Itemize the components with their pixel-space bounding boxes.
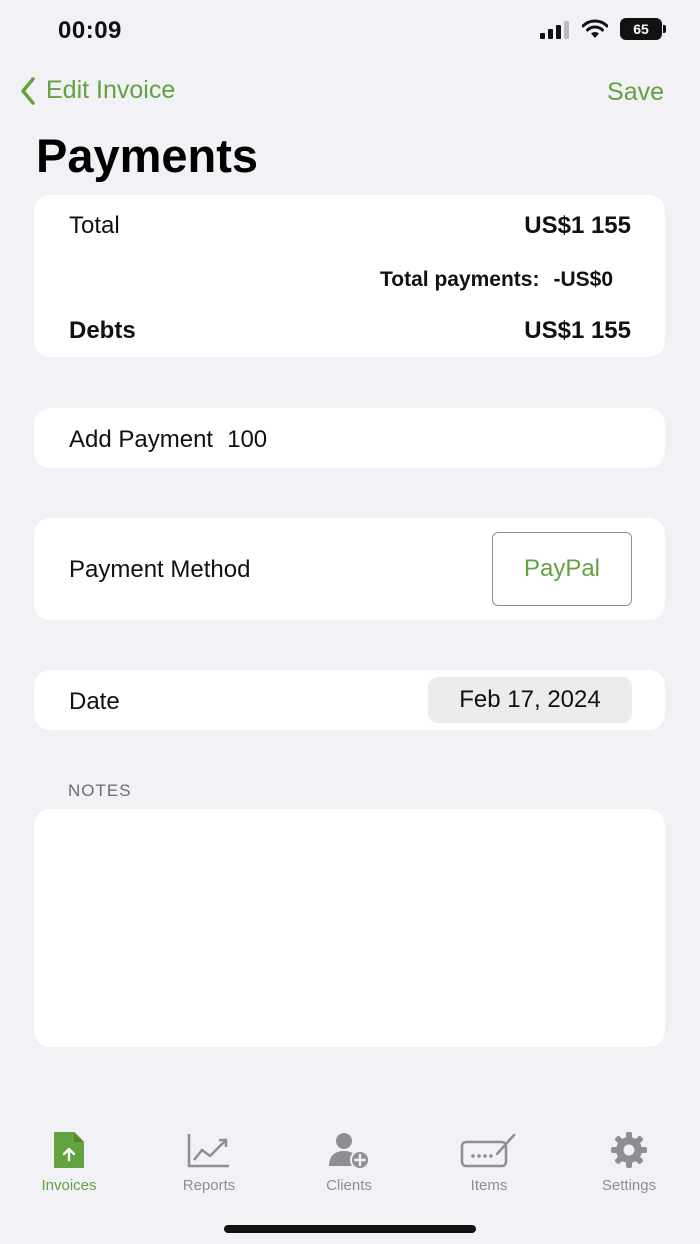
battery-icon: 65 [620, 18, 666, 40]
chart-icon [187, 1134, 229, 1168]
debts-value: US$1 155 [524, 317, 631, 344]
tab-reports-label: Reports [182, 1177, 236, 1194]
add-payment-row: Add Payment [69, 426, 428, 454]
notes-card [34, 809, 665, 1047]
home-indicator [224, 1225, 476, 1233]
tab-bar: Invoices Reports Clients Items Settings [0, 1130, 700, 1200]
back-button-label: Edit Invoice [46, 76, 176, 104]
date-picker-button[interactable]: Feb 17, 2024 [428, 677, 632, 723]
tab-items[interactable]: Items [434, 1130, 544, 1194]
status-bar: 00:09 65 [0, 0, 700, 62]
payment-method-label: Payment Method [69, 556, 251, 583]
date-card: Date Feb 17, 2024 [34, 670, 665, 730]
notes-textarea[interactable] [34, 809, 665, 1047]
add-person-icon [329, 1133, 370, 1170]
tab-invoices[interactable]: Invoices [14, 1130, 124, 1194]
tag-icon [460, 1133, 516, 1168]
total-payments-line: Total payments: -US$0 [380, 268, 613, 292]
navigation-bar: Edit Invoice Save [0, 72, 700, 112]
chevron-left-icon [21, 76, 35, 105]
tab-settings[interactable]: Settings [574, 1130, 684, 1194]
save-button[interactable]: Save [607, 78, 664, 107]
tab-clients[interactable]: Clients [294, 1130, 404, 1194]
tab-settings-label: Settings [601, 1177, 657, 1194]
total-label: Total [69, 212, 120, 239]
wifi-icon [582, 19, 608, 39]
summary-card: Total US$1 155 Total payments: -US$0 Deb… [34, 195, 665, 357]
tab-reports[interactable]: Reports [154, 1130, 264, 1194]
add-payment-card: Add Payment [34, 408, 665, 468]
total-value: US$1 155 [524, 212, 631, 239]
add-payment-input[interactable] [227, 426, 428, 454]
tab-items-label: Items [470, 1177, 508, 1194]
tab-clients-label: Clients [326, 1177, 372, 1194]
notes-header: NOTES [68, 781, 132, 800]
status-icons: 65 [540, 18, 666, 40]
back-button[interactable]: Edit Invoice [20, 76, 175, 105]
date-label: Date [69, 688, 120, 715]
status-time: 00:09 [58, 17, 122, 44]
payment-method-button[interactable]: PayPal [492, 532, 632, 606]
add-payment-label: Add Payment [69, 426, 214, 453]
debts-label: Debts [69, 317, 136, 344]
tab-invoices-label: Invoices [41, 1177, 97, 1194]
cellular-signal-icon [540, 19, 570, 39]
total-payments-value: -US$0 [553, 268, 613, 291]
payment-method-card: Payment Method PayPal [34, 518, 665, 620]
total-payments-label: Total payments: [380, 268, 540, 291]
gear-icon [611, 1132, 647, 1168]
page-title: Payments [36, 129, 259, 182]
invoice-icon [54, 1132, 84, 1168]
